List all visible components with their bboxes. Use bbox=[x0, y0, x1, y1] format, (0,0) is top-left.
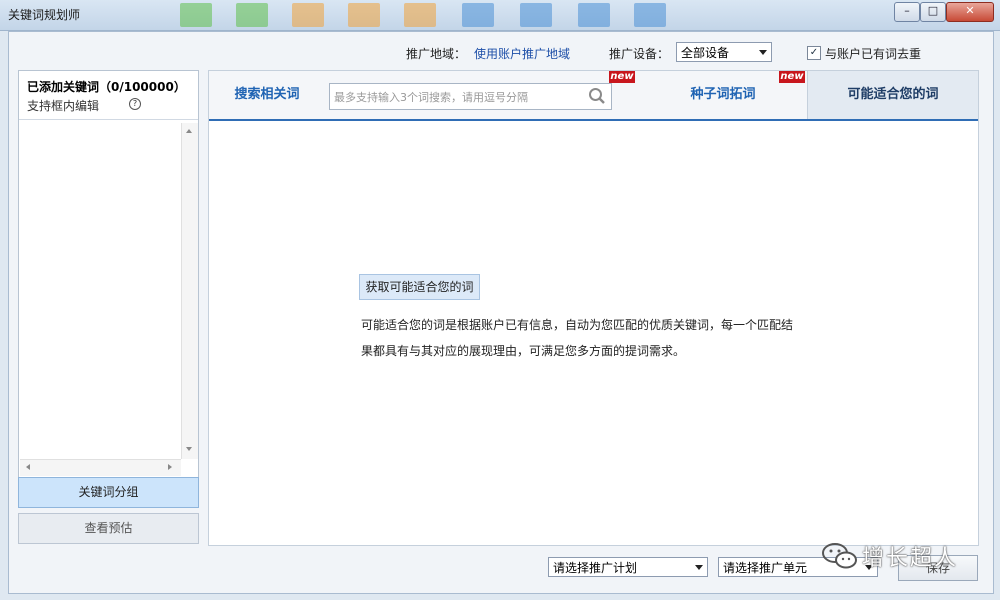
window-title: 关键词规划师 bbox=[8, 8, 81, 22]
background-app-icon bbox=[348, 3, 380, 27]
region-value-link[interactable]: 使用账户推广地域 bbox=[474, 45, 570, 62]
device-select[interactable]: 全部设备 bbox=[676, 42, 772, 62]
unit-select-value: 请选择推广单元 bbox=[723, 561, 808, 575]
wechat-icon bbox=[822, 543, 857, 569]
keyword-group-button[interactable]: 关键词分组 bbox=[18, 477, 199, 508]
added-keywords-panel: 已添加关键词（0/100000） 支持框内编辑 ? bbox=[18, 70, 199, 480]
background-app-icon bbox=[634, 3, 666, 27]
keyword-results-panel: 搜索相关词 最多支持输入3个词搜索，请用逗号分隔 new 种子词拓词 new 可… bbox=[208, 70, 979, 546]
tab-bar: 搜索相关词 最多支持输入3个词搜索，请用逗号分隔 new 种子词拓词 new 可… bbox=[209, 71, 978, 121]
search-placeholder: 最多支持输入3个词搜索，请用逗号分隔 bbox=[334, 91, 528, 104]
vertical-scrollbar[interactable] bbox=[181, 123, 198, 459]
background-app-icon bbox=[292, 3, 324, 27]
chevron-down-icon bbox=[695, 565, 703, 570]
scroll-down-icon[interactable] bbox=[186, 447, 192, 451]
suitable-keywords-description: 可能适合您的词是根据账户已有信息，自动为您匹配的优质关键词，每一个匹配结果都具有… bbox=[361, 318, 794, 358]
search-input[interactable]: 最多支持输入3个词搜索，请用逗号分隔 bbox=[329, 83, 612, 110]
maximize-button[interactable]: □ bbox=[920, 2, 946, 22]
inline-edit-hint: 支持框内编辑 bbox=[27, 99, 100, 113]
search-icon[interactable] bbox=[588, 87, 606, 105]
help-icon[interactable]: ? bbox=[129, 98, 141, 110]
device-select-value: 全部设备 bbox=[681, 46, 730, 60]
background-app-icon bbox=[236, 3, 268, 27]
horizontal-scrollbar[interactable] bbox=[20, 459, 181, 476]
chevron-down-icon bbox=[759, 50, 767, 55]
title-bar bbox=[0, 0, 1000, 31]
background-app-icon bbox=[520, 3, 552, 27]
keyword-edit-area[interactable] bbox=[20, 123, 180, 458]
dedupe-checkbox[interactable]: ✓ bbox=[807, 46, 821, 60]
new-badge: new bbox=[609, 71, 635, 83]
close-button[interactable]: ✕ bbox=[946, 2, 994, 22]
tab-search-related[interactable]: 搜索相关词 bbox=[209, 71, 325, 119]
watermark-text: 增长超人 bbox=[862, 546, 959, 571]
minimize-button[interactable]: – bbox=[894, 2, 920, 22]
new-badge: new bbox=[779, 71, 805, 83]
added-keywords-title: 已添加关键词（0/100000） bbox=[27, 80, 186, 94]
background-app-icon bbox=[404, 3, 436, 27]
background-app-icon bbox=[578, 3, 610, 27]
scroll-left-icon[interactable] bbox=[26, 464, 30, 470]
background-app-icon bbox=[462, 3, 494, 27]
background-app-icon bbox=[180, 3, 212, 27]
get-suitable-keywords-button[interactable]: 获取可能适合您的词 bbox=[359, 274, 480, 300]
plan-select[interactable]: 请选择推广计划 bbox=[548, 557, 708, 577]
region-label: 推广地域： bbox=[406, 47, 467, 61]
scroll-up-icon[interactable] bbox=[186, 129, 192, 133]
plan-select-value: 请选择推广计划 bbox=[553, 561, 638, 575]
view-estimate-button[interactable]: 查看预估 bbox=[18, 513, 199, 544]
scroll-right-icon[interactable] bbox=[168, 464, 172, 470]
tab-suitable-keywords[interactable]: 可能适合您的词 bbox=[807, 71, 978, 119]
added-keywords-header: 已添加关键词（0/100000） 支持框内编辑 ? bbox=[19, 71, 198, 120]
device-label: 推广设备： bbox=[609, 47, 670, 61]
dedupe-label: 与账户已有词去重 bbox=[825, 47, 922, 61]
